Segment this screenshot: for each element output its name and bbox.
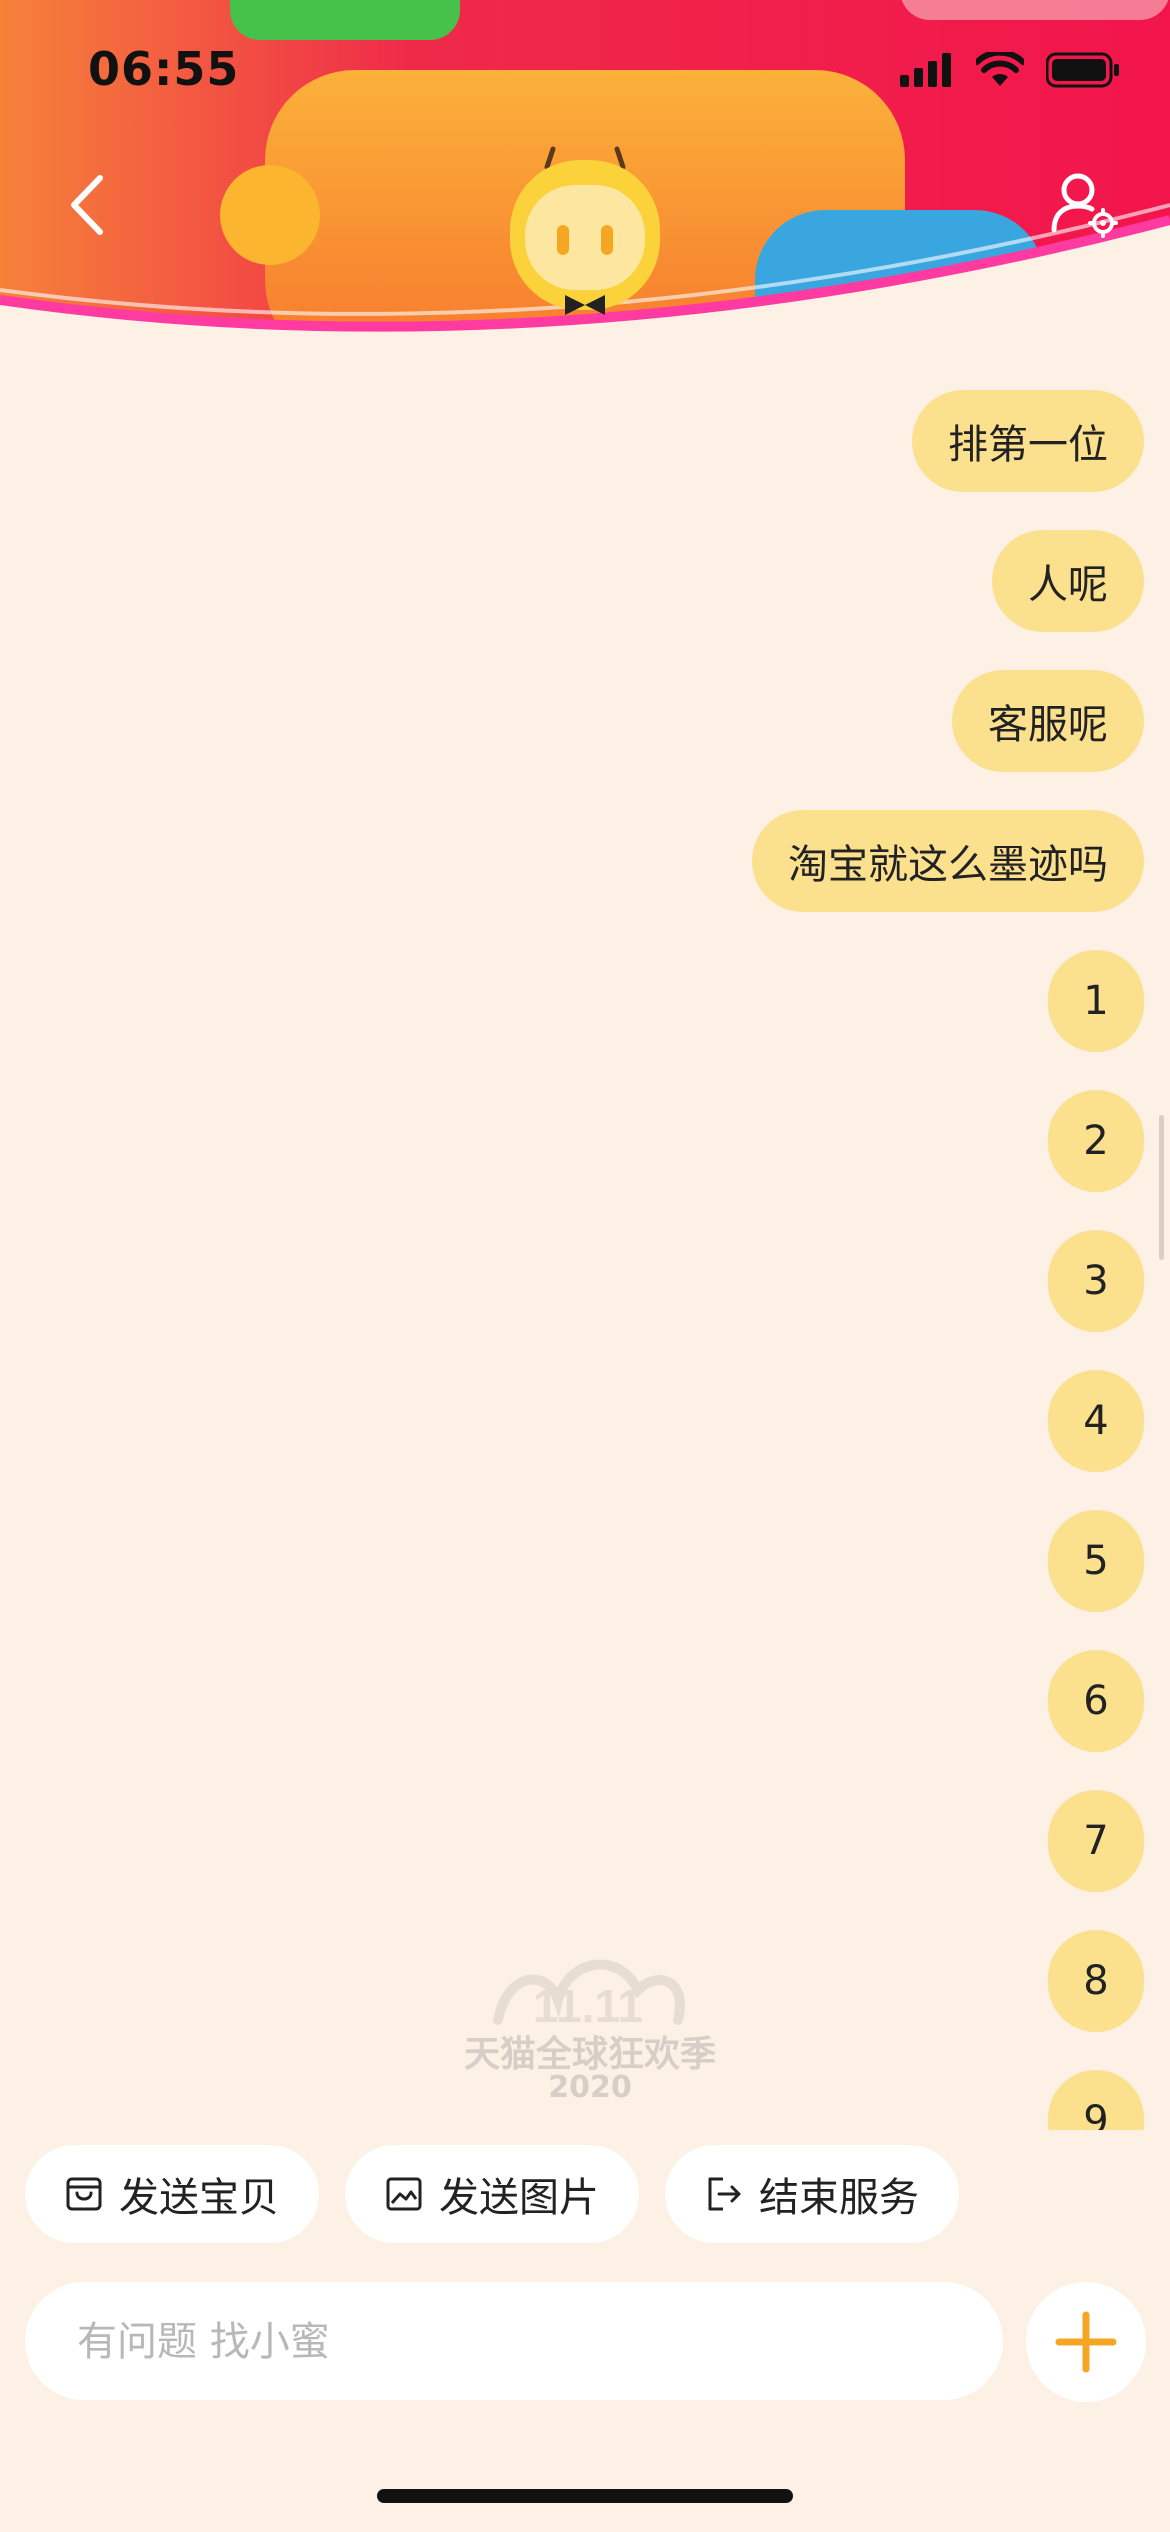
- send-item-label: 发送宝贝: [119, 2175, 279, 2221]
- battery-icon: [1046, 52, 1119, 88]
- send-image-button[interactable]: 发送图片: [345, 2145, 639, 2243]
- back-button[interactable]: [60, 170, 120, 240]
- chat-message-list[interactable]: 排第一位 人呢 客服呢 淘宝就这么墨迹吗 1 2 3 4 5 6 7 8 9: [0, 340, 1170, 2130]
- status-time: 06:55: [88, 42, 240, 96]
- quick-actions: 发送宝贝 发送图片 结束服务: [25, 2145, 959, 2243]
- message-bubble[interactable]: 3: [1048, 1230, 1144, 1332]
- image-icon: [386, 2177, 422, 2211]
- signal-icon: [900, 53, 951, 87]
- message-bubble[interactable]: 6: [1048, 1650, 1144, 1752]
- exit-icon: [708, 2177, 741, 2211]
- bag-icon: [66, 2177, 102, 2211]
- message-bubble[interactable]: 7: [1048, 1790, 1144, 1892]
- scroll-indicator[interactable]: [1159, 1115, 1164, 1260]
- system-icons: [900, 52, 1120, 88]
- plus-icon: [1055, 2311, 1117, 2373]
- end-service-label: 结束服务: [759, 2175, 919, 2221]
- message-bubble[interactable]: 8: [1048, 1930, 1144, 2032]
- home-indicator[interactable]: [377, 2489, 793, 2503]
- message-bubble[interactable]: 2: [1048, 1090, 1144, 1192]
- message-bubble[interactable]: 人呢: [992, 530, 1144, 632]
- tmall-mascot: [505, 145, 665, 325]
- watermark-year: 2020: [548, 2070, 632, 2105]
- user-settings-icon: [1051, 173, 1118, 238]
- chevron-left-icon: [71, 175, 103, 235]
- message-input[interactable]: [75, 2282, 959, 2402]
- wifi-icon: [976, 52, 1024, 86]
- more-options-button[interactable]: [1026, 2282, 1146, 2402]
- message-bubble[interactable]: 9: [1048, 2070, 1144, 2130]
- message-bubble[interactable]: 4: [1048, 1370, 1144, 1472]
- status-bar: 06:55: [0, 0, 1170, 150]
- send-image-label: 发送图片: [439, 2175, 599, 2221]
- message-bubble[interactable]: 淘宝就这么墨迹吗: [752, 810, 1144, 912]
- message-bubble[interactable]: 排第一位: [912, 390, 1144, 492]
- message-bubble[interactable]: 5: [1048, 1510, 1144, 1612]
- end-service-button[interactable]: 结束服务: [665, 2145, 959, 2243]
- message-input-container: [25, 2282, 1003, 2402]
- message-bubble[interactable]: 1: [1048, 950, 1144, 1052]
- message-bubble[interactable]: 客服呢: [952, 670, 1144, 772]
- user-settings-button[interactable]: [1048, 168, 1120, 240]
- send-item-button[interactable]: 发送宝贝: [25, 2145, 319, 2243]
